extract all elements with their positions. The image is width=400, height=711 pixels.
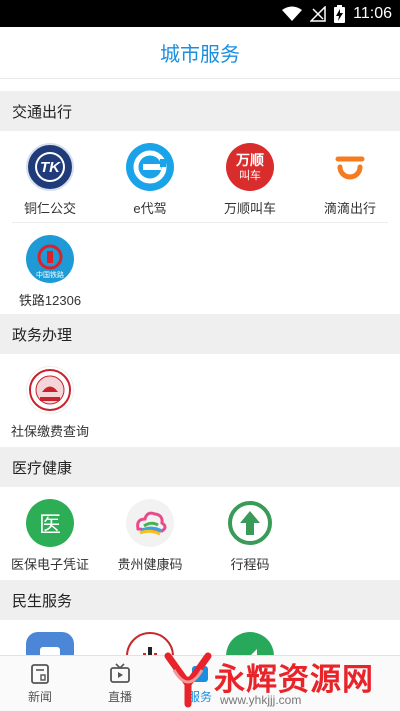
wanshun-taxi-icon: 万顺 叫车	[226, 143, 274, 191]
phone-service-icon	[26, 632, 74, 655]
watermark: 永辉资源网 www.yhkjjj.com	[164, 650, 400, 711]
tongren-bus-icon: TK	[26, 143, 74, 191]
medical-insurance-glyph: 医	[38, 513, 61, 538]
nav-item-live[interactable]: 直播	[80, 656, 160, 711]
status-time: 11:06	[353, 4, 392, 22]
watermark-url: www.yhkjjj.com	[220, 693, 302, 707]
tile-label: 铁路12306	[18, 293, 82, 308]
service-tile-guizhou-health-code[interactable]: 贵州健康码	[100, 487, 200, 577]
tile-label: 铜仁公交	[23, 201, 76, 216]
section-header-government: 政务办理	[0, 314, 400, 354]
wanshun-logo-bottom: 叫车	[239, 168, 261, 182]
tile-label: 滴滴出行	[323, 201, 376, 216]
service-tile-railway-12306[interactable]: 中国铁路 铁路12306	[0, 223, 100, 313]
tile-label: 社保缴费查询	[10, 424, 89, 439]
tile-label: 医保电子凭证	[10, 557, 89, 572]
live-tv-icon	[110, 663, 130, 683]
status-bar: 11:06	[0, 0, 400, 27]
tongren-bus-logo-text: TK	[40, 158, 60, 176]
tile-label: 万顺叫车	[223, 201, 276, 216]
wifi-icon	[282, 6, 303, 21]
section-header-health: 医疗健康	[0, 447, 400, 487]
watermark-logo-icon	[164, 652, 212, 708]
tile-label: 贵州健康码	[117, 557, 183, 572]
tile-label: e代驾	[133, 201, 167, 216]
didi-icon	[326, 143, 374, 191]
page-title: 城市服务	[160, 44, 240, 66]
service-tile-medical-insurance[interactable]: 医 医保电子凭证	[0, 487, 100, 577]
section-transport: TK 铜仁公交 e代驾 万顺 叫车 万顺叫车 滴滴出行 中国铁路 铁路12306	[0, 131, 400, 313]
railway-logo-text: 中国铁路	[36, 271, 64, 279]
medical-insurance-icon: 医	[26, 499, 74, 547]
section-health: 医 医保电子凭证 贵州健康码 行程码	[0, 487, 400, 579]
status-icons: 11:06	[282, 3, 392, 24]
service-tile-phone-service[interactable]	[0, 620, 100, 655]
service-tile-social-security[interactable]: 社保缴费查询	[0, 354, 100, 444]
wanshun-logo-top: 万顺	[236, 152, 264, 169]
no-signal-icon	[310, 5, 326, 22]
service-tile-e-daijia[interactable]: e代驾	[100, 131, 200, 221]
service-tile-wanshun-taxi[interactable]: 万顺 叫车 万顺叫车	[200, 131, 300, 221]
service-tile-didi[interactable]: 滴滴出行	[300, 131, 400, 221]
news-icon	[31, 664, 49, 684]
social-security-icon	[26, 366, 74, 414]
battery-charging-icon	[334, 4, 346, 23]
nav-label-live: 直播	[107, 690, 132, 704]
nav-label-news: 新闻	[27, 690, 52, 704]
section-header-livelihood: 民生服务	[0, 580, 400, 620]
service-tile-tongren-bus[interactable]: TK 铜仁公交	[0, 131, 100, 221]
tile-label: 行程码	[230, 557, 270, 572]
guizhou-health-code-icon	[126, 499, 174, 547]
section-header-transport: 交通出行	[0, 91, 400, 131]
section-government: 社保缴费查询	[0, 354, 400, 446]
service-tile-travel-code[interactable]: 行程码	[200, 487, 300, 577]
travel-code-icon	[226, 499, 274, 547]
nav-item-news[interactable]: 新闻	[0, 656, 80, 711]
railway-12306-icon: 中国铁路	[26, 235, 74, 283]
app-header: 城市服务	[0, 27, 400, 79]
e-daijia-icon	[126, 143, 174, 191]
